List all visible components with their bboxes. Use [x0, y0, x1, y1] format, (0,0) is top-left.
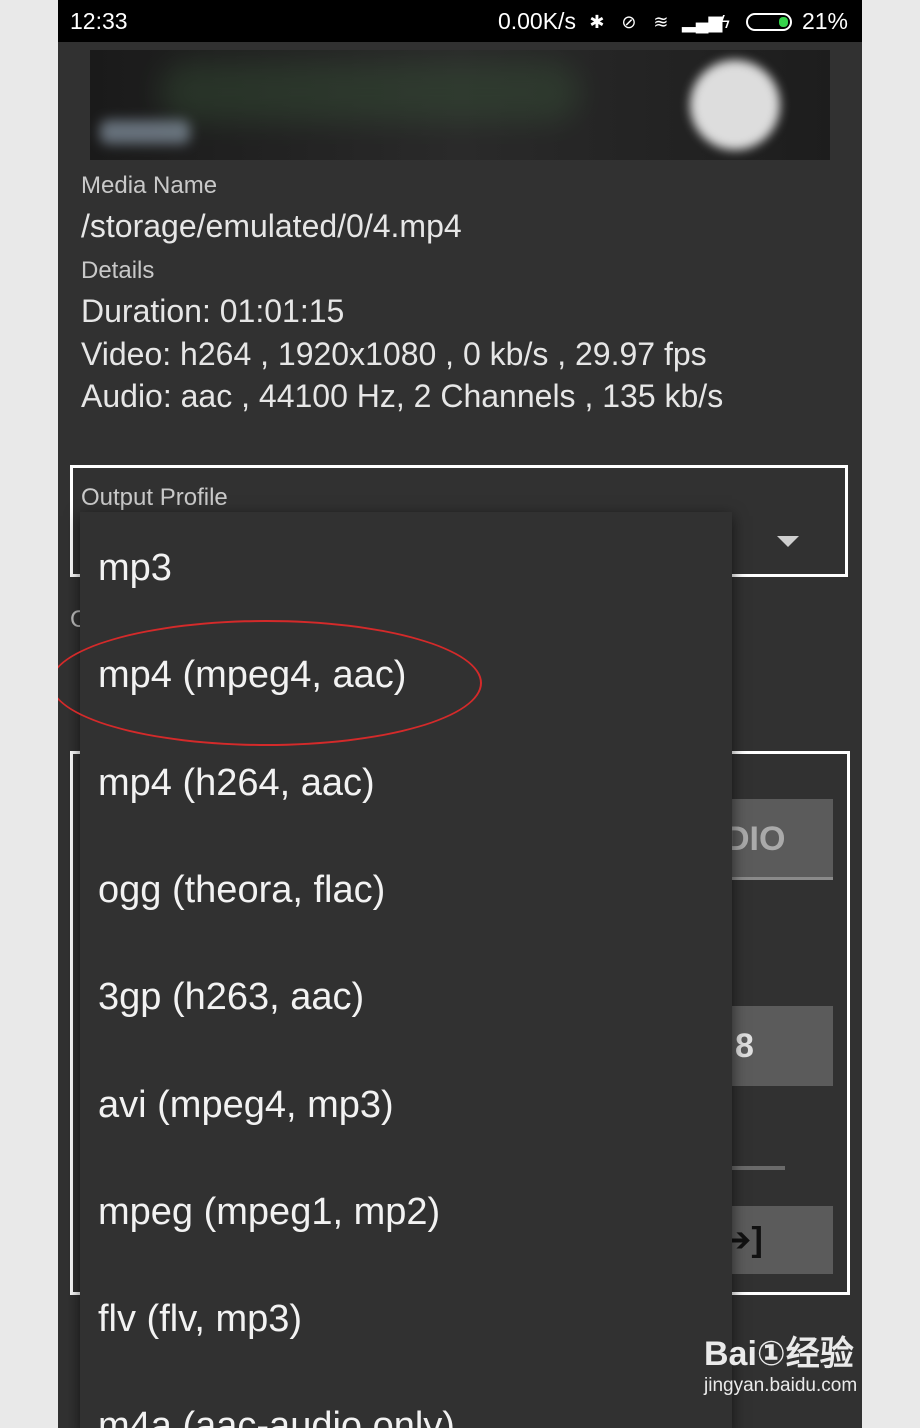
signal-icon: ▂▄▆	[681, 11, 723, 32]
thumbnail-chip-blur	[100, 120, 190, 144]
phone-screen: 12:33 0.00K/s ✱ ⊘ ≋ ▂▄▆ ϟ 21% Media Name…	[58, 0, 862, 1428]
chevron-down-icon[interactable]	[777, 536, 799, 547]
details-audio: Audio: aac , 44100 Hz, 2 Channels , 135 …	[81, 378, 724, 414]
dropdown-option[interactable]: avi (mpeg4, mp3)	[98, 1084, 394, 1127]
status-time: 12:33	[70, 8, 128, 34]
baidu-watermark: Bai①经验 jingyan.baidu.com	[704, 1326, 857, 1397]
dropdown-option[interactable]: flv (flv, mp3)	[98, 1298, 302, 1341]
play-icon[interactable]	[690, 60, 780, 150]
watermark-brand: Bai①经验	[704, 1335, 854, 1373]
dropdown-option[interactable]: mp3	[98, 547, 172, 590]
charging-icon: ϟ	[720, 11, 730, 32]
status-icons: 0.00K/s ✱ ⊘ ≋ ▂▄▆ ϟ 21%	[498, 8, 848, 35]
battery-percent: 21%	[801, 8, 848, 34]
media-name-label: Media Name	[81, 172, 218, 199]
dropdown-option[interactable]: m4a (aac-audio only)	[98, 1405, 455, 1428]
dropdown-option[interactable]: ogg (theora, flac)	[98, 869, 385, 912]
dropdown-option[interactable]: mp4 (h264, aac)	[98, 762, 375, 805]
media-thumbnail[interactable]	[90, 50, 830, 160]
details-duration: Duration: 01:01:15	[81, 293, 345, 329]
bluetooth-icon: ✱	[589, 11, 605, 32]
dropdown-option[interactable]: 3gp (h263, aac)	[98, 976, 364, 1019]
watermark-url: jingyan.baidu.com	[704, 1375, 858, 1396]
details-video: Video: h264 , 1920x1080 , 0 kb/s , 29.97…	[81, 336, 707, 372]
status-bar: 12:33 0.00K/s ✱ ⊘ ≋ ▂▄▆ ϟ 21%	[58, 0, 862, 42]
net-speed: 0.00K/s	[497, 8, 576, 34]
wifi-icon: ≋	[653, 11, 669, 32]
media-name-value: /storage/emulated/0/4.mp4	[81, 208, 462, 244]
dropdown-option[interactable]: mpeg (mpeg1, mp2)	[98, 1191, 440, 1234]
mute-icon: ⊘	[621, 11, 637, 32]
details-label: Details	[81, 257, 155, 284]
battery-icon	[745, 12, 792, 31]
highlight-ring	[58, 620, 482, 746]
output-profile-label: Output Profile	[81, 484, 228, 511]
thumbnail-title-blur	[160, 62, 580, 122]
